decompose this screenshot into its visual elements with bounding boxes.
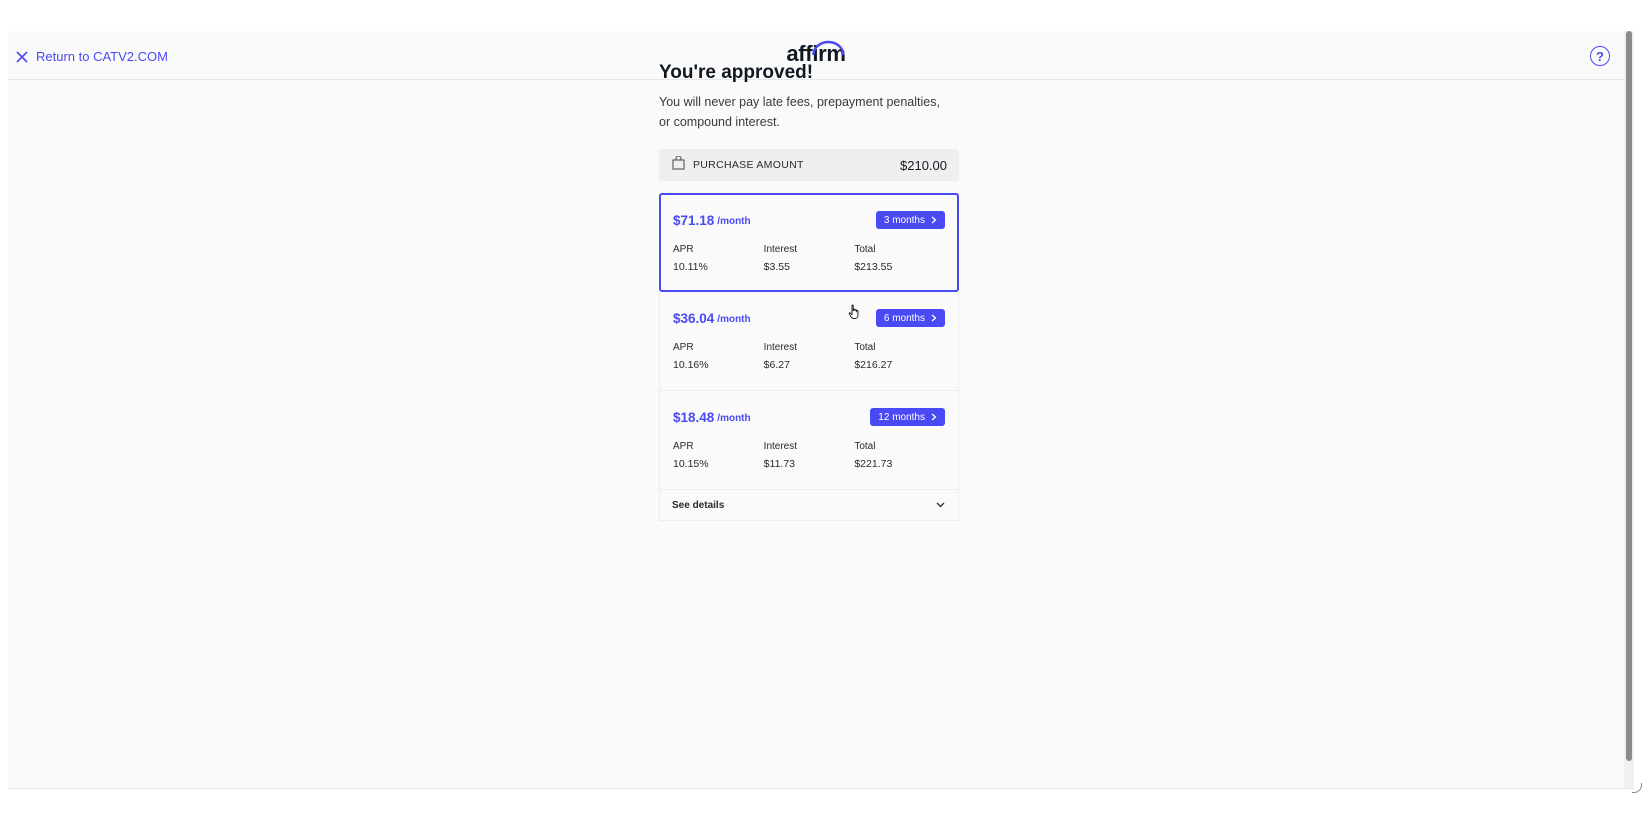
purchase-amount-label: PURCHASE AMOUNT <box>693 159 804 171</box>
hand-cursor-icon <box>848 304 862 325</box>
total-label: Total <box>854 244 876 255</box>
scrollbar-thumb[interactable] <box>1626 31 1632 761</box>
plan-term-label: 6 months <box>883 312 925 324</box>
apr-value: 10.11% <box>673 261 708 273</box>
interest-label: Interest <box>763 244 798 255</box>
plan-option-12-months[interactable]: $18.48 /month 12 months APR 10.15% Inter… <box>659 391 959 490</box>
apr-label: APR <box>673 244 694 255</box>
total-value: $221.73 <box>854 458 893 470</box>
interest-value: $3.55 <box>763 261 790 273</box>
total-value: $216.27 <box>854 359 893 371</box>
plan-option-6-months[interactable]: $36.04 /month 6 months APR 10.16% Intere… <box>659 292 959 391</box>
shopping-bag-icon <box>672 154 685 175</box>
plan-per-month: /month <box>717 412 751 424</box>
chevron-right-icon <box>931 216 937 224</box>
interest-label: Interest <box>763 441 798 452</box>
see-details-toggle[interactable]: See details <box>659 490 959 521</box>
return-to-merchant-link[interactable]: Return to CATV2.COM <box>16 49 168 64</box>
plan-monthly-price: $36.04 <box>673 310 715 326</box>
interest-value: $6.27 <box>763 359 790 371</box>
interest-value: $11.73 <box>763 458 796 470</box>
purchase-amount-row: PURCHASE AMOUNT $210.00 <box>659 149 959 181</box>
apr-label: APR <box>673 441 694 452</box>
logo-arc-icon <box>812 40 845 56</box>
plan-per-month: /month <box>717 313 751 325</box>
chevron-right-icon <box>931 413 937 421</box>
apr-value: 10.16% <box>673 359 709 371</box>
scrollbar[interactable] <box>1624 31 1634 788</box>
plan-term-button[interactable]: 12 months <box>870 408 945 426</box>
return-link-label: Return to CATV2.COM <box>36 49 168 64</box>
window-resize-corner <box>1632 783 1642 793</box>
apr-label: APR <box>673 342 694 353</box>
page-title: You're approved! <box>659 62 814 83</box>
plan-term-button[interactable]: 3 months <box>875 211 945 229</box>
chevron-right-icon <box>931 314 937 322</box>
plan-term-label: 3 months <box>883 214 925 226</box>
help-icon: ? <box>1596 48 1604 64</box>
chevron-down-icon <box>936 502 945 508</box>
plan-term-button[interactable]: 6 months <box>875 309 945 327</box>
plan-monthly-price: $18.48 <box>673 409 715 425</box>
plan-monthly-price: $71.18 <box>673 212 715 228</box>
interest-label: Interest <box>763 342 798 353</box>
plan-list: $71.18 /month 3 months APR 10.11% Intere… <box>659 193 959 521</box>
apr-value: 10.15% <box>673 458 709 470</box>
close-icon <box>16 50 28 63</box>
help-button[interactable]: ? <box>1590 46 1610 66</box>
plan-option-3-months[interactable]: $71.18 /month 3 months APR 10.11% Intere… <box>659 193 959 292</box>
total-label: Total <box>854 441 876 452</box>
purchase-amount-value: $210.00 <box>900 157 947 173</box>
plan-term-label: 12 months <box>878 411 925 423</box>
total-label: Total <box>854 342 876 353</box>
approval-panel: You're approved! You will never pay late… <box>659 62 959 521</box>
see-details-label: See details <box>672 499 725 511</box>
page-subtitle: You will never pay late fees, prepayment… <box>659 95 940 129</box>
total-value: $213.55 <box>854 261 893 273</box>
plan-per-month: /month <box>717 215 751 227</box>
